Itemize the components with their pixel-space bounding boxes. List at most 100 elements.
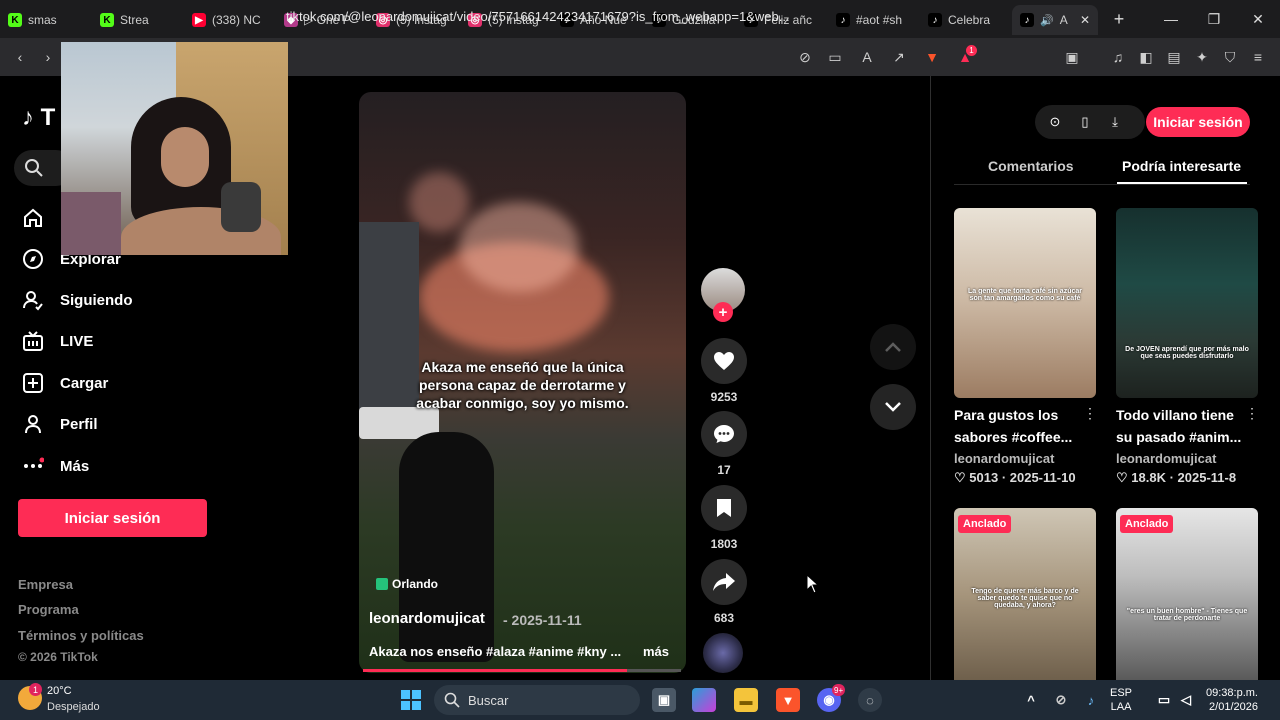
close-tab-icon[interactable]: ✕ [1080, 13, 1090, 27]
nav-perfil[interactable]: Perfil [22, 413, 98, 435]
browser-tab[interactable]: Ksmas [0, 5, 92, 35]
webcam-overlay [61, 42, 288, 255]
browser-tab-active[interactable]: ♪ 🔊 A ✕ [1012, 5, 1098, 35]
network-icon[interactable]: ▭ [1152, 688, 1176, 712]
explore-icon[interactable]: ⊙ [1046, 113, 1064, 131]
live-icon [23, 331, 43, 351]
mouse-cursor-icon [806, 574, 820, 594]
translate-icon[interactable]: A [857, 47, 877, 67]
previous-video-button[interactable] [870, 324, 916, 370]
video-progress-bar[interactable] [363, 669, 681, 672]
more-button[interactable]: más [643, 644, 669, 659]
vpn-icon[interactable]: ⛉ [1220, 47, 1240, 67]
tab-label: smas [28, 13, 57, 27]
footer-link-programa[interactable]: Programa [18, 602, 79, 617]
card-author[interactable]: leonardomujicat [1116, 451, 1216, 466]
menu-icon[interactable]: ≡ [1248, 47, 1268, 67]
tray-chevron-icon[interactable]: ^ [1019, 688, 1043, 712]
reader-icon[interactable]: ▣ [1062, 47, 1082, 67]
file-explorer-icon[interactable]: ▬ [734, 688, 758, 712]
taskbar-search[interactable]: Buscar [434, 685, 640, 715]
maximize-button[interactable]: ❐ [1193, 0, 1235, 38]
nav-mas[interactable]: Más [22, 455, 89, 477]
card-title[interactable]: Para gustos los sabores #coffee... [954, 404, 1088, 448]
music-disc-icon[interactable] [703, 633, 743, 673]
share-button[interactable] [701, 559, 747, 605]
video-thumbnail[interactable]: De JOVEN aprendí que por más malo que se… [1116, 208, 1258, 398]
minimize-button[interactable]: — [1150, 0, 1192, 38]
nav-live[interactable]: LIVE [22, 330, 93, 352]
clock[interactable]: 09:38:p.m. 2/01/2026 [1206, 686, 1258, 714]
browser-tab[interactable]: ♪ Celebra [920, 5, 1012, 35]
more-options-icon[interactable]: ⋮ [1083, 405, 1097, 422]
tab-label: #aot #sh [856, 13, 903, 27]
leo-ai-icon[interactable]: ✦ [1192, 47, 1212, 67]
thumbnail-overlay-text: La gente que toma café sin azúcar son ta… [968, 288, 1082, 302]
windows-start-icon[interactable] [399, 688, 423, 712]
new-tab-button[interactable]: + [1106, 9, 1132, 30]
nav-siguiendo[interactable]: Siguiendo [22, 289, 133, 311]
next-video-button[interactable] [870, 384, 916, 430]
wallet-icon[interactable]: ▤ [1164, 47, 1184, 67]
card-title[interactable]: Todo villano tiene su pasado #anim... [1116, 404, 1250, 448]
task-view-icon[interactable]: ▣ [652, 688, 676, 712]
more-options-icon[interactable]: ⋮ [1245, 405, 1259, 422]
m365-icon[interactable] [692, 688, 716, 712]
brave-browser-icon[interactable]: ▼ [776, 688, 800, 712]
download-icon[interactable]: ⤓ [1106, 113, 1124, 131]
brave-shield-icon[interactable]: ▼ [922, 47, 942, 67]
tray-app-icon[interactable]: ⊘ [1049, 688, 1073, 712]
tab-comentarios[interactable]: Comentarios [988, 158, 1074, 174]
nav-cargar[interactable]: Cargar [22, 372, 108, 394]
browser-tab[interactable]: K Strea [92, 5, 184, 35]
language-indicator[interactable]: ESP LAA [1110, 686, 1132, 714]
tiktok-icon: ♪ [22, 104, 34, 131]
nav-label: Perfil [60, 415, 98, 433]
tiktok-logo[interactable]: ♪ T [22, 104, 55, 132]
card-author[interactable]: leonardomujicat [954, 451, 1054, 466]
browser-tab[interactable]: ♪ #aot #sh [828, 5, 920, 35]
follow-plus-button[interactable]: + [713, 302, 733, 322]
card-stats: ♡ 18.8K · 2025-11-8 [1116, 470, 1237, 485]
like-button[interactable] [701, 338, 747, 384]
nav-label: LIVE [60, 332, 94, 350]
login-button-sidebar[interactable]: Iniciar sesión [18, 499, 207, 537]
video-author[interactable]: leonardomujicat [369, 610, 485, 627]
footer-link-empresa[interactable]: Empresa [18, 577, 73, 592]
back-icon[interactable]: ‹ [10, 47, 30, 67]
music-icon[interactable]: ♫ [1108, 47, 1128, 67]
share-icon[interactable]: ↗ [889, 47, 909, 67]
sidebar-toggle-icon[interactable]: ◧ [1136, 47, 1156, 67]
thumbnail-overlay-text: De JOVEN aprendí que por más malo que se… [1125, 346, 1249, 360]
video-thumbnail[interactable]: La gente que toma café sin azúcar son ta… [954, 208, 1096, 398]
url-field[interactable]: tiktok.com/@leonardomujicat/video/757166… [286, 9, 790, 24]
video-off-icon[interactable]: ⊘ [795, 47, 815, 67]
tiktok-icon: ♪ [1020, 13, 1034, 27]
device-icon[interactable]: ▯ [1076, 113, 1094, 131]
nav-home[interactable] [22, 207, 44, 229]
location-chip[interactable]: Orlando [376, 577, 438, 591]
video-thumbnail[interactable]: Tengo de querer más barco y de saber que… [954, 508, 1096, 680]
app-icon[interactable]: ◌ [858, 688, 882, 712]
footer-link-terminos[interactable]: Términos y políticas [18, 628, 144, 643]
cast-icon[interactable]: ▭ [825, 47, 845, 67]
microphone-icon[interactable]: ♪ [1079, 688, 1103, 712]
tab-baseline [954, 184, 1250, 185]
login-button-header[interactable]: Iniciar sesión [1146, 107, 1250, 137]
like-count: 9253 [710, 390, 738, 404]
video-caption-overlay: Akaza me enseñó que la única persona cap… [416, 359, 629, 411]
tab-label: (338) NC [212, 13, 261, 27]
person-silhouette [399, 432, 494, 662]
discord-badge: 9+ [832, 684, 846, 696]
tab-podria-interesarte[interactable]: Podría interesarte [1122, 158, 1241, 174]
chevron-down-icon [885, 402, 901, 412]
volume-icon[interactable]: ◁ [1174, 688, 1198, 712]
webcam-microphone [221, 182, 261, 232]
video-thumbnail[interactable]: "eres un buen hombre" - Tienes que trata… [1116, 508, 1258, 680]
forward-icon[interactable]: › [38, 47, 58, 67]
save-button[interactable] [701, 485, 747, 531]
search-label: Buscar [468, 692, 509, 708]
close-window-button[interactable]: ✕ [1237, 0, 1279, 38]
comment-button[interactable] [701, 411, 747, 457]
browser-tab[interactable]: ▶ (338) NC [184, 5, 276, 35]
